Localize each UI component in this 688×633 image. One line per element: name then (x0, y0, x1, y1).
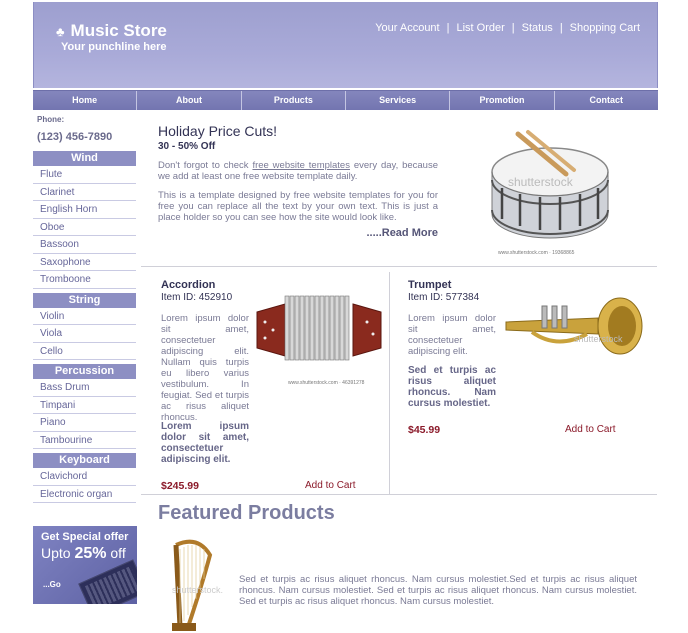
sidebar-item-tambourine[interactable]: Tambourine (33, 432, 136, 449)
featured-products-title: Featured Products (158, 502, 335, 524)
watermark-text: shutterstock (508, 175, 574, 189)
watermark-text: shutterstock. (172, 585, 223, 595)
category-heading-wind: Wind (33, 151, 136, 166)
category-heading-keyboard: Keyboard (33, 453, 136, 468)
divider (389, 272, 390, 494)
sidebar-item-violin[interactable]: Violin (33, 308, 136, 325)
nav-products[interactable]: Products (242, 91, 346, 110)
promo-suffix: off (106, 545, 126, 561)
hero-p1-a: Don't forgot to check (158, 160, 253, 171)
divider (141, 494, 657, 495)
sidebar-item-clarinet[interactable]: Clarinet (33, 184, 136, 201)
sidebar-item-english-horn[interactable]: English Horn (33, 201, 136, 219)
hero-title: Holiday Price Cuts! (158, 123, 278, 139)
read-more-link[interactable]: .....Read More (158, 227, 438, 239)
sidebar-item-electronic-organ[interactable]: Electronic organ (33, 486, 136, 503)
logo-title: Music Store (70, 21, 167, 40)
drum-caption: www.shutterstock.com · 19368865 (498, 250, 575, 256)
sidebar-item-clavichord[interactable]: Clavichord (33, 468, 136, 486)
status-link[interactable]: Status (522, 22, 553, 34)
logo-title-row: ♣ Music Store (56, 21, 167, 41)
trumpet-image: shutterstock (505, 297, 643, 355)
sidebar-item-oboe[interactable]: Oboe (33, 219, 136, 236)
hero-subtitle: 30 - 50% Off (158, 141, 216, 152)
keyboard-image (78, 559, 137, 604)
hero-paragraph-1: Don't forgot to check free website templ… (158, 160, 438, 182)
accordion-image (256, 295, 382, 361)
product-description: Lorem ipsum dolor sit amet, consectetuer… (408, 313, 496, 357)
promo-line2: Upto 25% off (41, 545, 126, 563)
logo-punchline: Your punchline here (61, 41, 167, 53)
sidebar-item-timpani[interactable]: Timpani (33, 397, 136, 414)
your-account-link[interactable]: Your Account (375, 22, 439, 34)
sidebar-item-cello[interactable]: Cello (33, 343, 136, 360)
promo-line1: Get Special offer (41, 531, 129, 543)
promo-prefix: Upto (41, 545, 75, 561)
site-header: ♣ Music Store Your punchline here Your A… (33, 2, 658, 88)
watermark-text: shutterstock (574, 334, 623, 344)
list-order-link[interactable]: List Order (456, 22, 504, 34)
logo[interactable]: ♣ Music Store Your punchline here (56, 21, 167, 53)
nav-about[interactable]: About (137, 91, 242, 110)
product-id: Item ID: 577384 (408, 292, 480, 303)
hero-paragraph-2: This is a template designed by free webs… (158, 190, 438, 223)
trefoil-icon: ♣ (56, 23, 65, 39)
snare-drum-image: shutterstock (491, 130, 609, 239)
sidebar-item-piano[interactable]: Piano (33, 414, 136, 432)
harp-image: shutterstock. (172, 539, 223, 631)
special-offer-banner[interactable]: Get Special offer Upto 25% off ...Go (33, 526, 137, 604)
sidebar-item-flute[interactable]: Flute (33, 166, 136, 184)
promo-percent: 25% (74, 545, 107, 562)
category-heading-string: String (33, 292, 136, 308)
top-links: Your Account | List Order | Status | Sho… (375, 22, 640, 34)
category-heading-percussion: Percussion (33, 364, 136, 379)
main-nav: Home About Products Services Promotion C… (33, 90, 658, 110)
separator: | (446, 22, 450, 34)
shopping-cart-link[interactable]: Shopping Cart (570, 22, 640, 34)
accordion-caption: www.shutterstock.com · 46391278 (288, 380, 365, 386)
hero-section: Holiday Price Cuts! 30 - 50% Off Don't f… (158, 123, 438, 239)
sidebar-item-bassoon[interactable]: Bassoon (33, 236, 136, 254)
add-to-cart-button[interactable]: Add to Cart (305, 480, 356, 491)
featured-description: Sed et turpis ac risus aliquet rhoncus. … (239, 574, 637, 607)
nav-contact[interactable]: Contact (555, 91, 658, 110)
phone-number: (123) 456-7890 (37, 131, 113, 143)
product-price: $45.99 (408, 424, 441, 436)
sidebar-item-bass-drum[interactable]: Bass Drum (33, 379, 136, 397)
product-name[interactable]: Trumpet (408, 279, 451, 291)
product-description: Lorem ipsum dolor sit amet, consectetuer… (161, 313, 249, 423)
sidebar-item-saxophone[interactable]: Saxophone (33, 254, 136, 271)
sidebar: Phone: (123) 456-7890 Wind Flute Clarine… (33, 112, 136, 503)
sidebar-item-tromboone[interactable]: Tromboone (33, 271, 136, 289)
phone-label: Phone: (37, 115, 65, 124)
separator: | (511, 22, 515, 34)
nav-home[interactable]: Home (33, 91, 138, 110)
separator: | (559, 22, 563, 34)
promo-go-link[interactable]: ...Go (43, 580, 61, 589)
product-highlight: Lorem ipsum dolor sit amet, consectetuer… (161, 421, 249, 465)
free-templates-link[interactable]: free website templates (252, 160, 350, 171)
divider (141, 266, 657, 267)
product-highlight: Sed et turpis ac risus aliquet rhoncus. … (408, 365, 496, 409)
nav-services[interactable]: Services (346, 91, 451, 110)
add-to-cart-button[interactable]: Add to Cart (565, 424, 616, 435)
product-name[interactable]: Accordion (161, 279, 215, 291)
sidebar-item-viola[interactable]: Viola (33, 325, 136, 343)
nav-promotion[interactable]: Promotion (450, 91, 555, 110)
product-price: $245.99 (161, 480, 199, 492)
product-id: Item ID: 452910 (161, 292, 233, 303)
